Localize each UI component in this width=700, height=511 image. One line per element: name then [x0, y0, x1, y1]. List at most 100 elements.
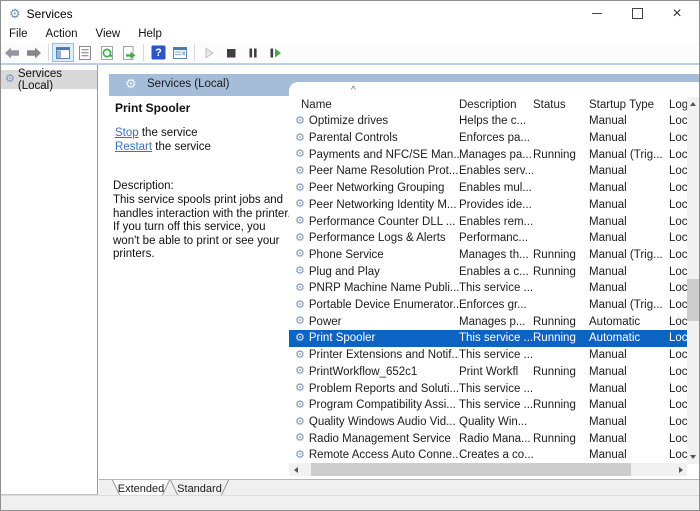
- toolbar-separator: [143, 44, 144, 61]
- column-header-name[interactable]: Name: [289, 99, 459, 111]
- stop-service-link[interactable]: Stop: [115, 127, 139, 139]
- service-name-cell: Problem Reports and Soluti...: [308, 382, 459, 395]
- service-log-cell: Loc: [669, 399, 687, 412]
- band-gear-icon: ⚙: [125, 76, 137, 91]
- properties-window-icon: [173, 46, 187, 59]
- service-row[interactable]: ⚙ Peer Networking Identity M... Provides…: [289, 197, 687, 214]
- export-icon: [123, 45, 136, 60]
- export-button[interactable]: [118, 43, 140, 62]
- column-header-description[interactable]: Description: [459, 99, 533, 111]
- minimize-button[interactable]: [577, 1, 617, 26]
- selected-service-name: Print Spooler: [115, 101, 191, 115]
- maximize-button[interactable]: [617, 1, 657, 26]
- show-console-tree-button[interactable]: [52, 43, 74, 62]
- start-service-button[interactable]: [198, 43, 220, 62]
- column-header-log-on-as[interactable]: Log: [669, 99, 687, 111]
- service-row[interactable]: ⚙ Peer Name Resolution Prot... Enables s…: [289, 163, 687, 180]
- back-button[interactable]: [1, 43, 23, 62]
- list-header-row: Name Description Status Startup Type Log: [289, 96, 687, 113]
- service-name-cell: Portable Device Enumerator...: [308, 299, 459, 312]
- service-startup-cell: Manual: [589, 232, 627, 245]
- tree-item-label: Services (Local): [17, 67, 62, 92]
- service-row[interactable]: ⚙ Parental Controls Enforces pa... Manua…: [289, 130, 687, 147]
- service-row[interactable]: ⚙ Performance Logs & Alerts Performanc..…: [289, 230, 687, 247]
- service-row[interactable]: ⚙ Power Manages p... Running Automatic L…: [289, 313, 687, 330]
- service-log-cell: Loc: [669, 332, 687, 345]
- service-row[interactable]: ⚙ Performance Counter DLL ... Enables re…: [289, 213, 687, 230]
- service-startup-cell: Manual: [589, 132, 627, 145]
- help-button[interactable]: ?: [147, 43, 169, 62]
- maximize-icon: [631, 8, 643, 19]
- horizontal-scroll-thumb[interactable]: [311, 463, 631, 476]
- service-name-cell: Payments and NFC/SE Man...: [308, 148, 459, 161]
- service-name-cell: Parental Controls: [308, 132, 398, 145]
- service-row[interactable]: ⚙ Portable Device Enumerator... Enforces…: [289, 297, 687, 314]
- service-row[interactable]: ⚙ Plug and Play Enables a c... Running M…: [289, 263, 687, 280]
- service-row[interactable]: ⚙ Radio Management Service Radio Mana...…: [289, 430, 687, 447]
- properties-window-button[interactable]: [169, 43, 191, 62]
- restart-service-line: Restart the service: [115, 141, 211, 153]
- service-description-cell: This service ...: [459, 382, 533, 395]
- description-text: This service spools print jobs and handl…: [113, 194, 291, 260]
- scroll-down-button[interactable]: [687, 450, 699, 464]
- scroll-up-button[interactable]: [687, 97, 699, 111]
- scroll-left-icon: [293, 466, 298, 473]
- service-row[interactable]: ⚙ Peer Networking Grouping Enables mul..…: [289, 180, 687, 197]
- restart-service-link[interactable]: Restart: [115, 141, 152, 153]
- show-console-tree-icon: [56, 46, 70, 59]
- menu-view[interactable]: View: [87, 28, 130, 40]
- column-header-startup-type[interactable]: Startup Type: [589, 99, 669, 111]
- restart-service-rest: the service: [152, 141, 211, 153]
- restart-service-button[interactable]: [264, 43, 286, 62]
- service-row[interactable]: ⚙ Optimize drives Helps the c... Manual …: [289, 113, 687, 130]
- export-list-button[interactable]: [74, 43, 96, 62]
- service-row[interactable]: ⚙ Phone Service Manages th... Running Ma…: [289, 247, 687, 264]
- column-header-status[interactable]: Status: [533, 99, 589, 111]
- service-gear-icon: ⚙: [295, 365, 305, 378]
- service-gear-icon: ⚙: [295, 115, 305, 127]
- services-gear-icon: ⚙: [5, 73, 15, 85]
- service-row[interactable]: ⚙ Program Compatibility Assi... This ser…: [289, 397, 687, 414]
- service-row[interactable]: ⚙ Remote Access Auto Conne... Creates a …: [289, 447, 687, 463]
- horizontal-scrollbar[interactable]: [289, 463, 687, 476]
- service-row[interactable]: ⚙ PNRP Machine Name Publi... This servic…: [289, 280, 687, 297]
- service-startup-cell: Manual: [589, 432, 627, 445]
- service-description-cell: This service ...: [459, 399, 533, 412]
- menu-help[interactable]: Help: [129, 28, 171, 40]
- help-icon: ?: [151, 45, 165, 60]
- service-row[interactable]: ⚙ Printer Extensions and Notif... This s…: [289, 347, 687, 364]
- service-startup-cell: Manual: [589, 198, 627, 211]
- pause-service-button[interactable]: [242, 43, 264, 62]
- tree-item-services-local[interactable]: ⚙ Services (Local): [1, 67, 97, 92]
- scroll-left-button[interactable]: [289, 463, 302, 476]
- menu-file[interactable]: File: [1, 28, 37, 40]
- stop-service-icon: [227, 48, 236, 57]
- service-startup-cell: Manual: [589, 449, 627, 462]
- service-description-cell: This service ...: [459, 282, 533, 295]
- service-gear-icon: ⚙: [295, 215, 305, 228]
- services-list: ^ Name Description Status Startup Type L…: [289, 82, 699, 476]
- vertical-scrollbar[interactable]: [687, 97, 699, 464]
- service-name-cell: PNRP Machine Name Publi...: [308, 282, 459, 295]
- vertical-scroll-thumb[interactable]: [687, 279, 699, 321]
- service-status-cell: Running: [533, 332, 576, 345]
- service-row[interactable]: ⚙ PrintWorkflow_652c1 Print Workfl Runni…: [289, 364, 687, 381]
- service-row[interactable]: ⚙ Print Spooler This service ... Running…: [289, 330, 687, 347]
- service-gear-icon: ⚙: [295, 416, 305, 428]
- service-row[interactable]: ⚙ Payments and NFC/SE Man... Manages pa.…: [289, 146, 687, 163]
- service-name-cell: Plug and Play: [308, 265, 380, 278]
- service-status-cell: Running: [533, 315, 576, 328]
- service-row[interactable]: ⚙ Quality Windows Audio Vid... Quality W…: [289, 414, 687, 431]
- menu-action[interactable]: Action: [37, 28, 87, 40]
- service-status-cell: Running: [533, 432, 576, 445]
- service-row[interactable]: ⚙ Problem Reports and Soluti... This ser…: [289, 380, 687, 397]
- stop-service-button[interactable]: [220, 43, 242, 62]
- service-startup-cell: Manual: [589, 215, 627, 228]
- forward-button[interactable]: [23, 43, 45, 62]
- scroll-right-button[interactable]: [674, 463, 687, 476]
- service-name-cell: Printer Extensions and Notif...: [308, 349, 459, 362]
- refresh-button[interactable]: [96, 43, 118, 62]
- service-log-cell: Loc: [669, 248, 687, 261]
- close-button[interactable]: ×: [657, 1, 697, 26]
- service-status-cell: Running: [533, 148, 576, 161]
